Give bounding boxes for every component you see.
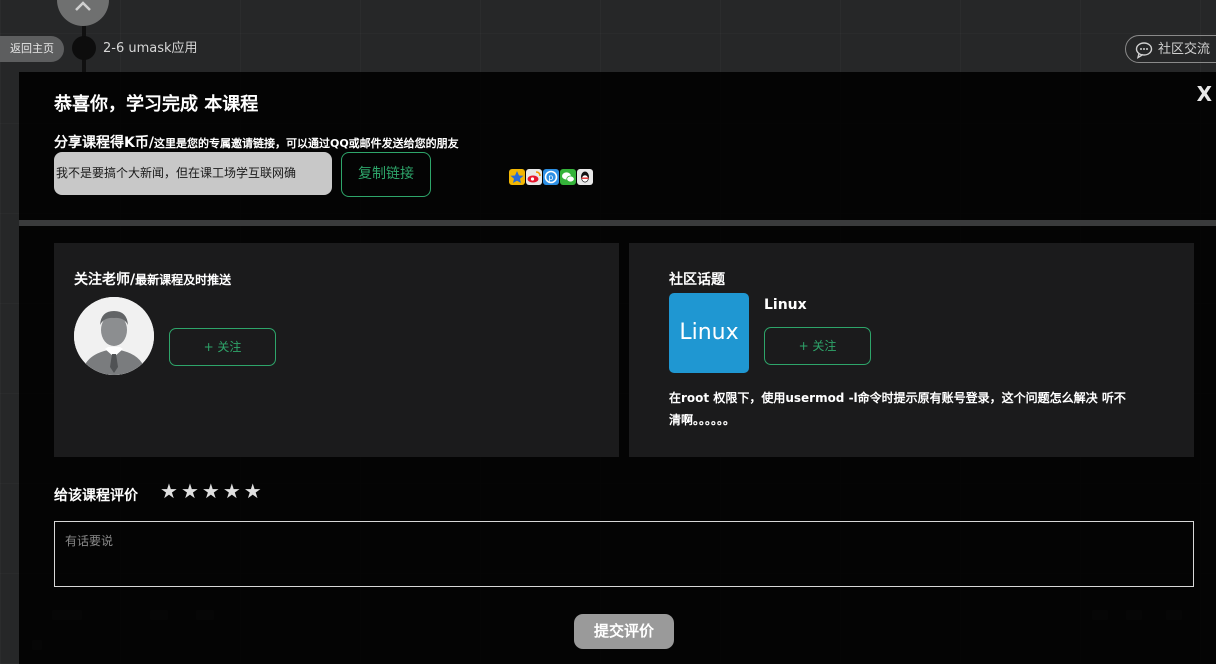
follow-teacher-button[interactable]: + 关注 [169,328,276,366]
weibo-icon[interactable] [526,169,542,185]
rating-label: 给该课程评价 [54,488,138,504]
qq-icon[interactable] [577,169,593,185]
share-description: 这里是您的专属邀请链接，可以通过QQ或邮件发送给您的朋友 [153,137,459,150]
copy-link-button[interactable]: 复制链接 [341,152,431,197]
comment-input[interactable] [54,521,1194,587]
teacher-avatar[interactable] [74,297,154,375]
community-topic-title: 社区话题 [669,272,725,288]
qzone-icon[interactable] [509,169,525,185]
follow-teacher-heading: 关注老师/ [74,272,136,288]
section-divider [19,220,1216,226]
close-button[interactable]: X [1197,82,1212,106]
linux-topic-logo[interactable]: Linux [669,293,749,373]
topic-question-link[interactable]: 在root 权限下，使用usermod -l命令时提示原有账号登录，这个问题怎么… [669,387,1129,431]
course-complete-modal: X 恭喜你，学习完成 本课程 分享课程得K币/这里是您的专属邀请链接，可以通过Q… [19,72,1216,664]
back-home-button[interactable]: 返回主页 [0,36,64,62]
follow-topic-button[interactable]: + 关注 [764,327,871,365]
svg-text:p: p [548,173,553,182]
rating-stars: ★ ★ ★ ★ ★ [160,480,262,502]
chevron-up-icon [75,1,91,11]
linux-logo-text: Linux [679,320,739,345]
rating-star[interactable]: ★ [223,480,241,502]
topic-name[interactable]: Linux [764,297,807,313]
community-button[interactable]: 社区交流 [1125,35,1216,63]
submit-rating-button[interactable]: 提交评价 [574,614,674,649]
share-title: 分享课程得K币/ [54,135,154,151]
modal-title: 恭喜你，学习完成 本课程 [54,94,259,115]
community-topic-card: 社区话题 Linux Linux + 关注 在root 权限下，使用usermo… [629,243,1194,457]
pengyou-icon[interactable]: p [543,169,559,185]
share-icons: p [509,169,593,186]
community-button-label: 社区交流 [1158,42,1211,57]
rating-star[interactable]: ★ [160,480,178,502]
share-link-field[interactable]: 我不是要搞个大新闻，但在课工场学互联网确 [54,152,332,195]
chat-bubble-icon [1135,42,1153,59]
follow-teacher-card: 关注老师/最新课程及时推送 + 关注 [54,243,619,457]
default-avatar-icon [74,297,154,375]
wechat-icon[interactable] [560,169,576,185]
rating-star[interactable]: ★ [244,480,262,502]
rating-star[interactable]: ★ [181,480,199,502]
follow-teacher-title: 关注老师/最新课程及时推送 [74,269,231,289]
follow-teacher-subtitle: 最新课程及时推送 [135,273,232,287]
rating-star[interactable]: ★ [202,480,220,502]
chapter-timeline-dot [72,36,96,60]
chapter-title[interactable]: 2-6 umask应用 [103,37,198,56]
share-heading: 分享课程得K币/这里是您的专属邀请链接，可以通过QQ或邮件发送给您的朋友 [54,132,459,152]
